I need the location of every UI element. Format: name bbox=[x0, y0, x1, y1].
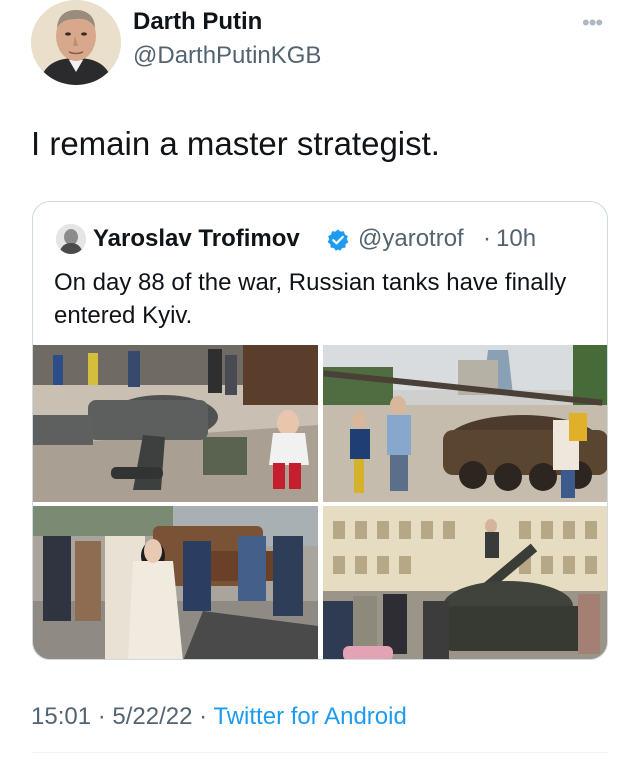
quoted-timestamp[interactable]: 10h bbox=[496, 225, 536, 253]
quoted-tweet-card[interactable]: Yaroslav Trofimov @yarotrof · 10h On day… bbox=[32, 201, 608, 660]
author-display-name[interactable]: Darth Putin bbox=[133, 8, 262, 36]
media-photo-2[interactable] bbox=[323, 345, 607, 502]
metadata-separator: · bbox=[199, 703, 208, 730]
metadata-separator: · bbox=[97, 703, 106, 730]
tweet-date[interactable]: 5/22/22 bbox=[112, 703, 192, 730]
quoted-separator: · bbox=[483, 225, 491, 252]
media-photo-3[interactable] bbox=[33, 506, 318, 659]
author-avatar-image bbox=[31, 0, 121, 85]
author-handle[interactable]: @DarthPutinKGB bbox=[133, 42, 321, 70]
divider bbox=[31, 752, 609, 753]
quoted-tweet-text: On day 88 of the war, Russian tanks have… bbox=[54, 269, 567, 329]
tweet-metadata: 15:01 · 5/22/22 · Twitter for Android bbox=[31, 703, 407, 731]
tweet-time[interactable]: 15:01 bbox=[31, 703, 91, 730]
quoted-author-name[interactable]: Yaroslav Trofimov bbox=[93, 225, 300, 253]
media-photo-4[interactable] bbox=[323, 506, 607, 659]
tweet-text: I remain a master strategist. bbox=[31, 125, 440, 162]
verified-badge-icon bbox=[326, 228, 350, 252]
quoted-author-handle[interactable]: @yarotrof bbox=[358, 225, 464, 253]
author-avatar[interactable] bbox=[31, 0, 121, 85]
tweet-source-link[interactable]: Twitter for Android bbox=[213, 703, 406, 730]
photo-grid bbox=[33, 345, 607, 659]
media-photo-1[interactable] bbox=[33, 345, 318, 502]
quoted-avatar-image bbox=[56, 224, 86, 254]
more-options-icon[interactable]: ••• bbox=[582, 10, 603, 36]
quoted-author-avatar[interactable] bbox=[56, 224, 86, 254]
